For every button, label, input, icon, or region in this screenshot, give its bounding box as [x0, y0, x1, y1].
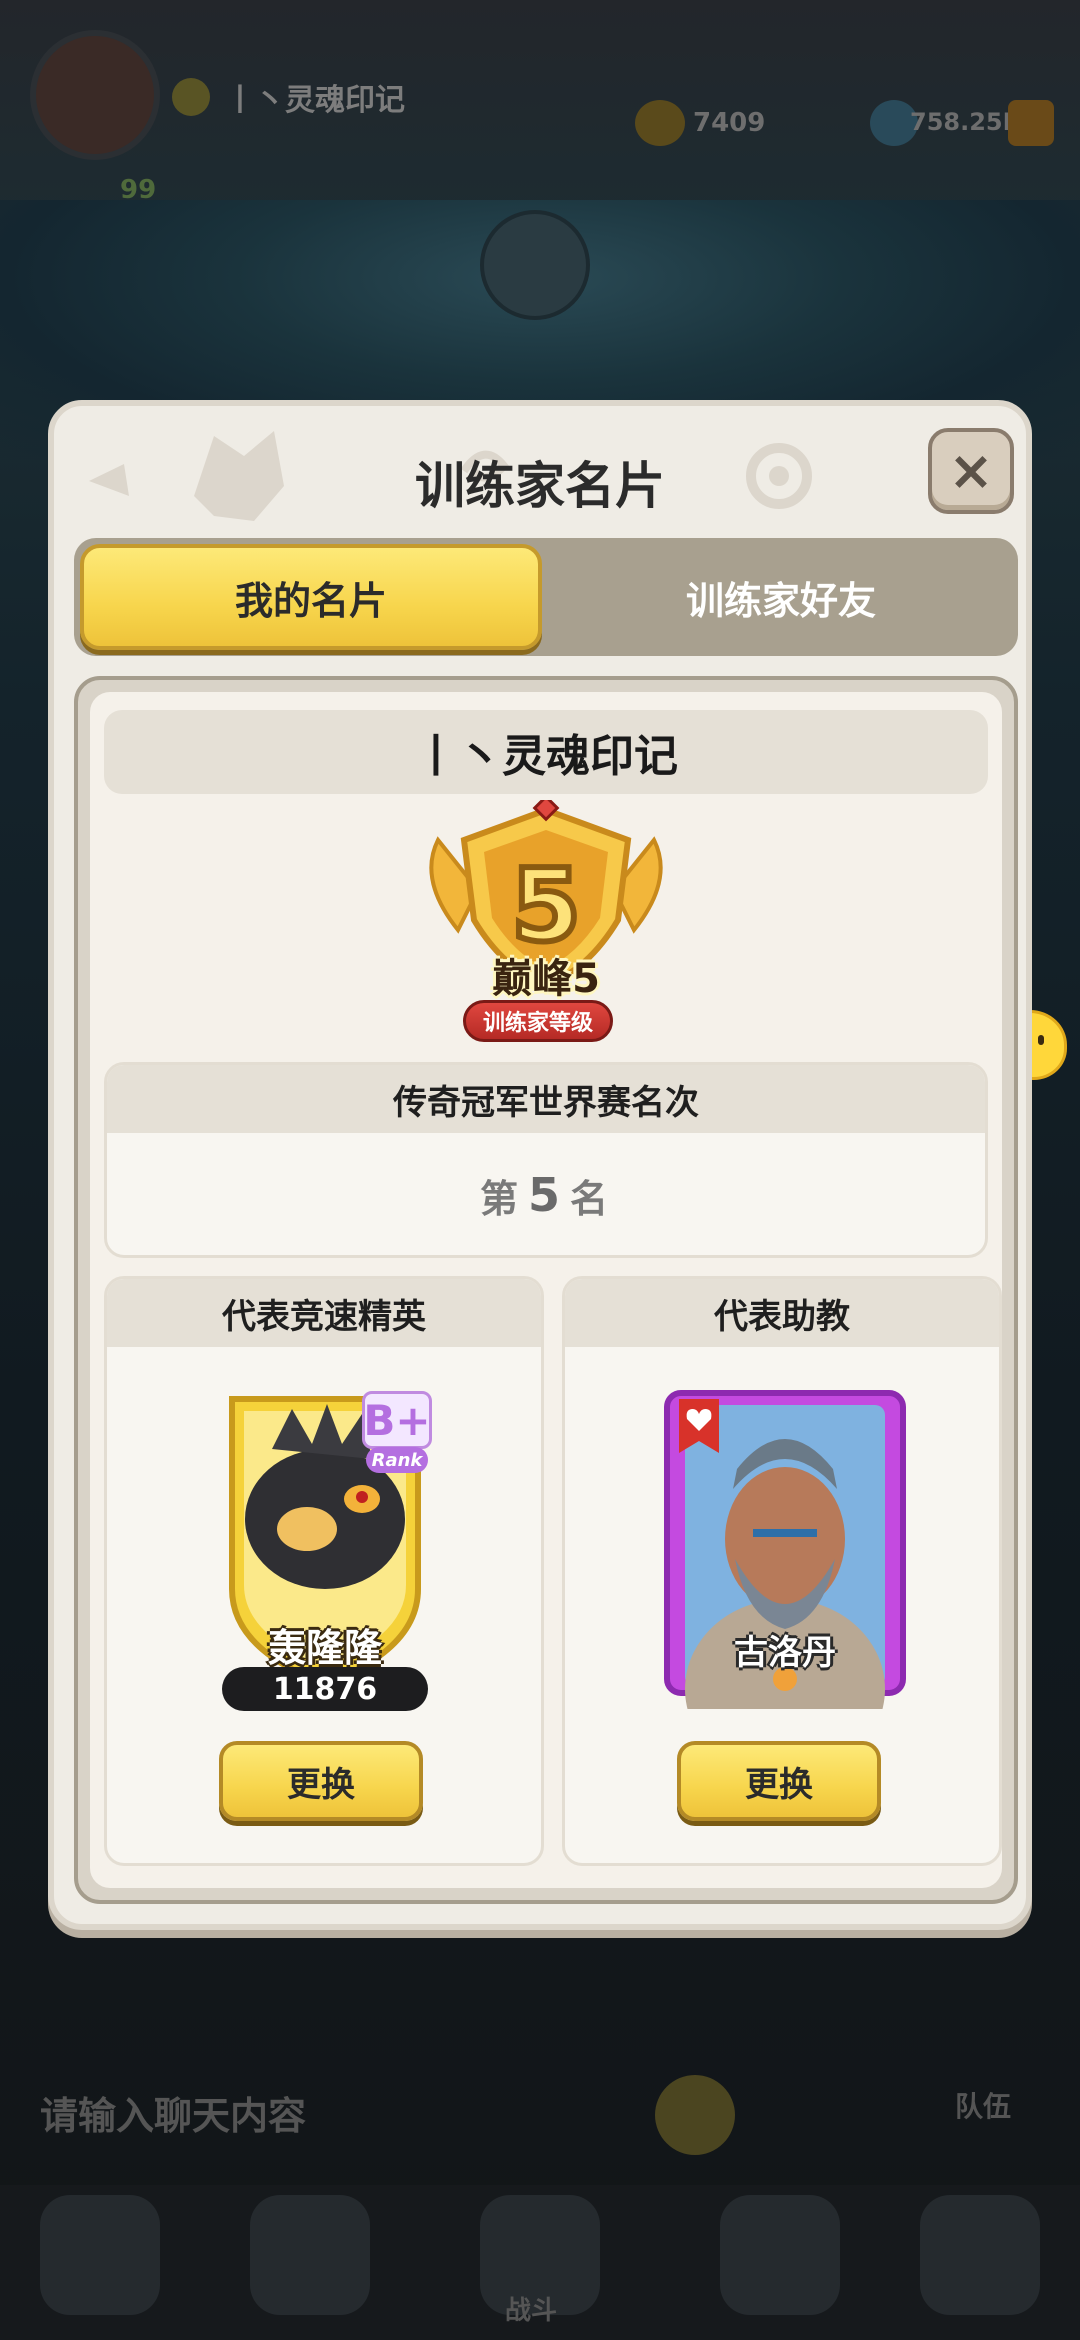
racer-grade: B+	[362, 1391, 432, 1449]
heart-tag-icon	[679, 1399, 719, 1453]
trainer-card-body: 丨丶灵魂印记 5 巅峰5 训练家等级 传奇冠军世界赛名次 第 5 名 代表竞速精…	[90, 692, 1002, 1888]
player-name: 丨丶灵魂印记	[225, 83, 405, 118]
world-championship-rank: 第 5 名	[107, 1133, 985, 1255]
coach-card[interactable]: 古洛丹	[663, 1389, 907, 1779]
rank-place: 5	[527, 1168, 564, 1222]
coin-icon	[635, 100, 685, 146]
player-level: 99	[120, 175, 157, 205]
representative-racer-panel: 代表竞速精英 B+ Rank 轰隆隆 11876 更换	[104, 1276, 544, 1866]
emoji-button	[655, 2075, 735, 2155]
swap-coach-button[interactable]: 更换	[677, 1741, 881, 1821]
add-currency-button	[1008, 100, 1054, 146]
rank-suffix: 名	[570, 1176, 613, 1221]
racer-power: 11876	[222, 1667, 428, 1711]
smiley-icon	[172, 78, 210, 116]
dialog-header: 训练家名片 ×	[54, 406, 1026, 541]
racer-card[interactable]: B+ Rank 轰隆隆 11876	[212, 1389, 438, 1711]
dialog-title: 训练家名片	[415, 457, 665, 515]
tab-my-card[interactable]: 我的名片	[80, 544, 542, 650]
world-championship-heading: 传奇冠军世界赛名次	[107, 1065, 985, 1133]
trainer-name: 丨丶灵魂印记	[104, 710, 988, 794]
rank-title: 巅峰5	[492, 956, 600, 1002]
representative-coach-panel: 代表助教 古洛丹 更换	[562, 1276, 1002, 1866]
yin-yang-icon	[480, 210, 590, 320]
nav-icon	[720, 2195, 840, 2315]
rank-prefix: 第	[479, 1176, 522, 1221]
chat-input: 请输入聊天内容	[40, 2094, 307, 2138]
nav-icon	[40, 2195, 160, 2315]
nav-battle-label: 战斗	[505, 2296, 558, 2326]
close-icon: ×	[948, 439, 994, 502]
tab-trainer-friends[interactable]: 训练家好友	[550, 544, 1012, 650]
coach-heading: 代表助教	[565, 1279, 999, 1347]
nav-icon	[250, 2195, 370, 2315]
racer-heading: 代表竞速精英	[107, 1279, 541, 1347]
trainer-card-dialog: 训练家名片 × 我的名片 训练家好友 丨丶灵魂印记 5 巅峰5 训练家等级 传奇…	[48, 400, 1032, 1930]
close-button[interactable]: ×	[928, 428, 1014, 514]
team-label: 队伍	[955, 2090, 1012, 2123]
racer-grade-word: Rank	[366, 1447, 428, 1473]
player-avatar	[30, 30, 160, 160]
nav-icon	[920, 2195, 1040, 2315]
rank-badge: 5 巅峰5 训练家等级	[418, 794, 674, 1050]
racer-grade-tag: B+ Rank	[362, 1391, 432, 1475]
rank-caption: 训练家等级	[463, 1000, 613, 1042]
world-championship-panel: 传奇冠军世界赛名次 第 5 名	[104, 1062, 988, 1258]
racer-name: 轰隆隆	[267, 1626, 382, 1670]
coin-count: 7409	[693, 108, 766, 138]
tab-bar: 我的名片 训练家好友	[74, 538, 1018, 656]
swap-racer-button[interactable]: 更换	[219, 1741, 423, 1821]
coach-name: 古洛丹	[734, 1633, 836, 1673]
trainer-card: 丨丶灵魂印记 5 巅峰5 训练家等级 传奇冠军世界赛名次 第 5 名 代表竞速精…	[74, 676, 1018, 1904]
